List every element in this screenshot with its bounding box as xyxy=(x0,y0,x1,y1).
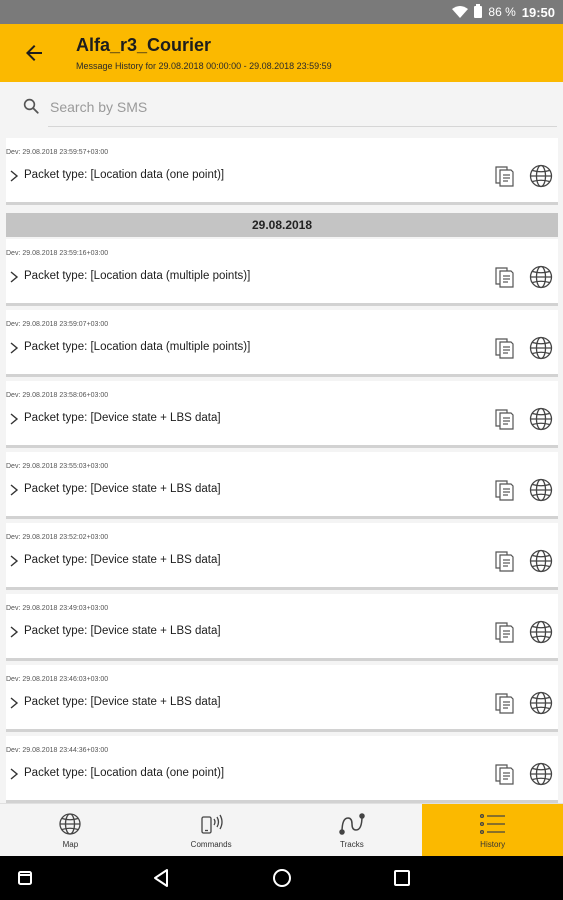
device-timestamp: Dev: 29.08.2018 23:46:03+03:00 xyxy=(6,676,109,683)
chevron-right-icon[interactable] xyxy=(9,271,19,283)
phone-signal-icon xyxy=(201,814,223,834)
chevron-right-icon[interactable] xyxy=(9,555,19,567)
chevron-right-icon[interactable] xyxy=(9,342,19,354)
status-icons: 86 % 19:50 xyxy=(452,0,555,24)
globe-icon[interactable] xyxy=(529,336,553,360)
message-item[interactable]: Dev: 29.08.2018 23:59:16+03:00 Packet typ… xyxy=(6,239,558,306)
tab-commands[interactable]: Commands xyxy=(141,804,282,857)
device-timestamp: Dev: 29.08.2018 23:55:03+03:00 xyxy=(6,463,109,470)
back-icon[interactable] xyxy=(152,868,170,888)
chevron-right-icon[interactable] xyxy=(9,626,19,638)
search-icon xyxy=(23,98,39,114)
globe-icon[interactable] xyxy=(529,762,553,786)
globe-icon[interactable] xyxy=(529,549,553,573)
device-timestamp: Dev: 29.08.2018 23:59:57+03:00 xyxy=(6,149,109,156)
message-item[interactable]: Dev: 29.08.2018 23:46:03+03:00 Packet typ… xyxy=(6,665,558,732)
packet-type: Packet type: [Device state + LBS data] xyxy=(24,625,221,637)
menu-icon[interactable] xyxy=(18,871,32,885)
copy-icon[interactable] xyxy=(493,478,515,502)
page-subtitle: Message History for 29.08.2018 00:00:00 … xyxy=(76,61,332,71)
message-item[interactable]: Dev: 29.08.2018 23:59:07+03:00 Packet typ… xyxy=(6,310,558,377)
message-list: Dev: 29.08.2018 23:59:57+03:00 Packet typ… xyxy=(6,138,558,807)
message-item[interactable]: Dev: 29.08.2018 23:58:06+03:00 Packet typ… xyxy=(6,381,558,448)
battery-icon xyxy=(474,4,483,18)
bottom-navigation: Map Commands Tracks History xyxy=(0,803,563,857)
device-timestamp: Dev: 29.08.2018 23:59:07+03:00 xyxy=(6,321,109,328)
packet-type: Packet type: [Device state + LBS data] xyxy=(24,696,221,708)
copy-icon[interactable] xyxy=(493,407,515,431)
message-item[interactable]: Dev: 29.08.2018 23:44:36+03:00 Packet typ… xyxy=(6,736,558,803)
packet-type: Packet type: [Location data (multiple po… xyxy=(24,341,251,353)
globe-icon[interactable] xyxy=(529,620,553,644)
copy-icon[interactable] xyxy=(493,762,515,786)
globe-icon xyxy=(59,813,82,835)
home-icon[interactable] xyxy=(272,868,292,888)
tab-map[interactable]: Map xyxy=(0,804,141,857)
app-bar: Alfa_r3_Courier Message History for 29.0… xyxy=(0,24,563,82)
packet-type: Packet type: [Location data (multiple po… xyxy=(24,270,251,282)
message-item[interactable]: Dev: 29.08.2018 23:59:57+03:00 Packet typ… xyxy=(6,138,558,205)
copy-icon[interactable] xyxy=(493,336,515,360)
copy-icon[interactable] xyxy=(493,620,515,644)
packet-type: Packet type: [Location data (one point)] xyxy=(24,767,225,779)
copy-icon[interactable] xyxy=(493,164,515,188)
globe-icon[interactable] xyxy=(529,407,553,431)
status-bar: 86 % 19:50 xyxy=(0,0,563,24)
search-input[interactable] xyxy=(48,92,560,122)
route-icon xyxy=(339,813,365,835)
clock: 19:50 xyxy=(521,4,555,20)
search-underline xyxy=(48,126,557,127)
chevron-right-icon[interactable] xyxy=(9,697,19,709)
packet-type: Packet type: [Device state + LBS data] xyxy=(24,412,221,424)
device-timestamp: Dev: 29.08.2018 23:44:36+03:00 xyxy=(6,747,109,754)
packet-type: Packet type: [Device state + LBS data] xyxy=(24,554,221,566)
globe-icon[interactable] xyxy=(529,265,553,289)
copy-icon[interactable] xyxy=(493,691,515,715)
battery-level: 86 % xyxy=(488,5,516,19)
wifi-icon xyxy=(452,6,469,18)
packet-type: Packet type: [Location data (one point)] xyxy=(24,169,225,181)
chevron-right-icon[interactable] xyxy=(9,170,19,182)
copy-icon[interactable] xyxy=(493,265,515,289)
globe-icon[interactable] xyxy=(529,164,553,188)
globe-icon[interactable] xyxy=(529,478,553,502)
tab-tracks[interactable]: Tracks xyxy=(282,804,423,857)
message-item[interactable]: Dev: 29.08.2018 23:49:03+03:00 Packet typ… xyxy=(6,594,558,661)
tab-history[interactable]: History xyxy=(422,804,563,857)
device-timestamp: Dev: 29.08.2018 23:59:16+03:00 xyxy=(6,250,109,257)
tab-commands-label: Commands xyxy=(190,840,232,849)
device-timestamp: Dev: 29.08.2018 23:52:02+03:00 xyxy=(6,534,109,541)
back-arrow-icon[interactable] xyxy=(22,41,46,65)
date-header: 29.08.2018 xyxy=(6,213,558,237)
packet-type: Packet type: [Device state + LBS data] xyxy=(24,483,221,495)
message-item[interactable]: Dev: 29.08.2018 23:52:02+03:00 Packet typ… xyxy=(6,523,558,590)
tab-tracks-label: Tracks xyxy=(340,840,364,849)
globe-icon[interactable] xyxy=(529,691,553,715)
page-title: Alfa_r3_Courier xyxy=(76,35,212,55)
tab-history-label: History xyxy=(480,840,506,849)
list-icon xyxy=(479,813,505,835)
system-nav-bar xyxy=(0,856,563,900)
chevron-right-icon[interactable] xyxy=(9,413,19,425)
device-timestamp: Dev: 29.08.2018 23:58:06+03:00 xyxy=(6,392,109,399)
tab-map-label: Map xyxy=(62,840,79,849)
chevron-right-icon[interactable] xyxy=(9,484,19,496)
device-timestamp: Dev: 29.08.2018 23:49:03+03:00 xyxy=(6,605,109,612)
copy-icon[interactable] xyxy=(493,549,515,573)
message-item[interactable]: Dev: 29.08.2018 23:55:03+03:00 Packet typ… xyxy=(6,452,558,519)
search-bar xyxy=(0,82,563,130)
recent-apps-icon[interactable] xyxy=(393,869,411,887)
chevron-right-icon[interactable] xyxy=(9,768,19,780)
